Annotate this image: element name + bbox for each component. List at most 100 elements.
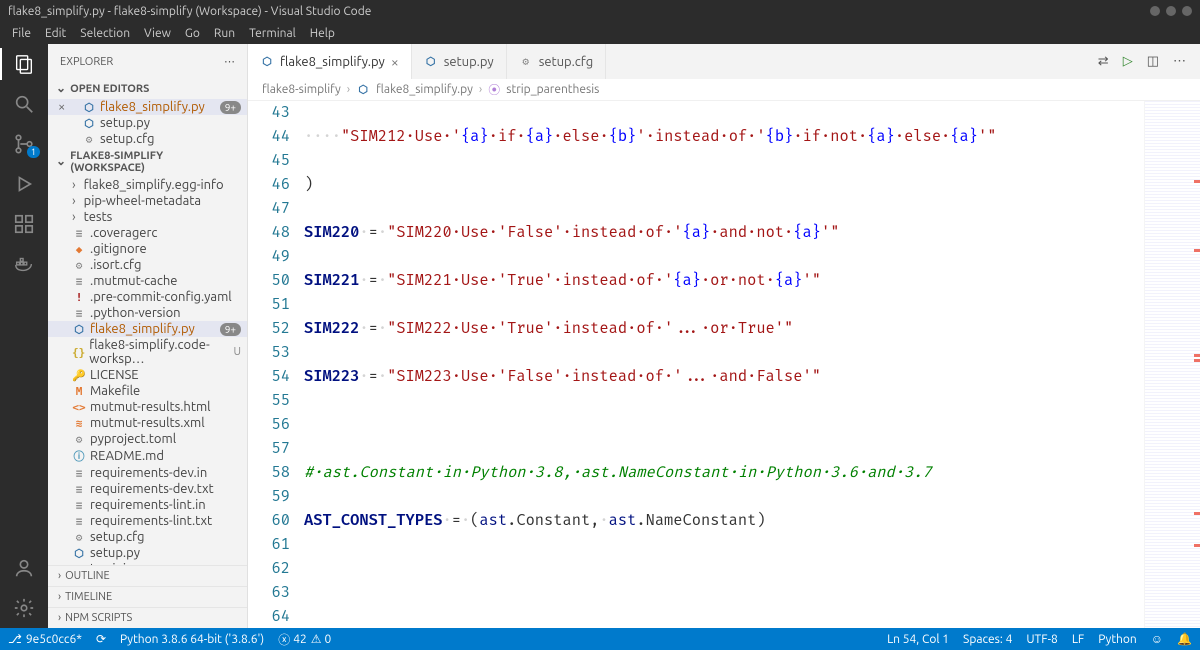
file-item[interactable]: ≡.coveragerc (48, 225, 247, 241)
file-item[interactable]: ⓘREADME.md (48, 447, 247, 465)
file-item[interactable]: ≡.mutmut-cache (48, 273, 247, 289)
file-item[interactable]: ⬡flake8_simplify.py9+ (48, 321, 247, 337)
menu-view[interactable]: View (138, 25, 177, 42)
workspace-section[interactable]: FLAKE8-SIMPLIFY (WORKSPACE) (48, 147, 247, 177)
line-number[interactable]: 51 (248, 293, 290, 317)
more-icon[interactable]: ⋯ (1173, 54, 1186, 69)
close-icon[interactable]: × (58, 100, 65, 114)
file-item[interactable]: ≡requirements-lint.txt (48, 513, 247, 529)
line-number[interactable]: 62 (248, 557, 290, 581)
file-item[interactable]: ≡requirements-lint.in (48, 497, 247, 513)
line-number[interactable]: 52 (248, 317, 290, 341)
folder-item[interactable]: flake8_simplify.egg-info (48, 177, 247, 193)
line-number[interactable]: 61 (248, 533, 290, 557)
menu-edit[interactable]: Edit (39, 25, 72, 42)
status-spaces[interactable]: Spaces: 4 (963, 632, 1012, 646)
status-language[interactable]: Python (1098, 632, 1137, 646)
account-icon[interactable] (12, 556, 36, 580)
open-editor-item[interactable]: ×⬡flake8_simplify.py9+ (48, 99, 247, 115)
settings-gear-icon[interactable] (12, 596, 36, 620)
explorer-icon[interactable] (12, 52, 36, 76)
line-number[interactable]: 48 (248, 221, 290, 245)
window-controls[interactable] (1150, 6, 1192, 16)
status-bell-icon[interactable]: 🔔 (1177, 632, 1192, 646)
line-number[interactable]: 60 (248, 509, 290, 533)
line-number[interactable]: 54 (248, 365, 290, 389)
status-problems[interactable]: ⓧ 42 ⚠ 0 (278, 631, 331, 648)
breadcrumb-item[interactable]: flake8_simplify.py (376, 83, 473, 96)
minimap[interactable] (1144, 101, 1200, 628)
section-npm-scripts[interactable]: NPM SCRIPTS (48, 607, 247, 628)
status-encoding[interactable]: UTF-8 (1026, 632, 1057, 646)
explorer-more-icon[interactable]: ⋯ (224, 55, 235, 68)
extensions-icon[interactable] (12, 212, 36, 236)
folder-item[interactable]: tests (48, 209, 247, 225)
file-icon: ≡ (72, 467, 86, 480)
file-item[interactable]: {}flake8-simplify.code-worksp…U (48, 337, 247, 367)
open-editor-item[interactable]: ⬡setup.py (48, 115, 247, 131)
file-item[interactable]: !.pre-commit-config.yaml (48, 289, 247, 305)
line-number[interactable]: 46 (248, 173, 290, 197)
line-number[interactable]: 59 (248, 485, 290, 509)
file-item[interactable]: ≋mutmut-results.xml (48, 415, 247, 431)
line-gutter[interactable]: 4344454647484950515253545556575859606162… (248, 101, 304, 628)
status-eol[interactable]: LF (1072, 632, 1084, 646)
tab-close-icon[interactable]: × (391, 54, 399, 70)
breadcrumb-item[interactable]: flake8-simplify (262, 83, 341, 96)
breadcrumb-item[interactable]: strip_parenthesis (506, 83, 599, 96)
docker-icon[interactable] (12, 252, 36, 276)
menu-go[interactable]: Go (179, 25, 206, 42)
menu-help[interactable]: Help (304, 25, 341, 42)
line-number[interactable]: 57 (248, 437, 290, 461)
file-item[interactable]: <>mutmut-results.html (48, 399, 247, 415)
status-sync-icon[interactable]: ⟳ (96, 632, 106, 646)
split-editor-icon[interactable]: ◫ (1147, 54, 1159, 69)
tab[interactable]: ⚙setup.cfg (507, 44, 607, 79)
file-item[interactable]: ⚙setup.cfg (48, 529, 247, 545)
line-number[interactable]: 49 (248, 245, 290, 269)
line-number[interactable]: 45 (248, 149, 290, 173)
open-editor-item[interactable]: ⚙setup.cfg (48, 131, 247, 147)
line-number[interactable]: 44 (248, 125, 290, 149)
line-number[interactable]: 56 (248, 413, 290, 437)
menu-selection[interactable]: Selection (74, 25, 136, 42)
folder-item[interactable]: pip-wheel-metadata (48, 193, 247, 209)
file-item[interactable]: ◆.gitignore (48, 241, 247, 257)
code-content[interactable]: ····"SIM212·Use·'{a}·if·{a}·else·{b}'·in… (304, 101, 1144, 628)
status-feedback-icon[interactable]: ☺ (1151, 632, 1163, 646)
line-number[interactable]: 55 (248, 389, 290, 413)
file-item[interactable]: ≡tox.ini (48, 561, 247, 565)
menu-file[interactable]: File (6, 25, 37, 42)
menu-run[interactable]: Run (208, 25, 241, 42)
breadcrumb[interactable]: flake8-simplify› ⬡flake8_simplify.py› ⦿s… (248, 79, 1200, 101)
source-control-icon[interactable]: 1 (12, 132, 36, 156)
file-item[interactable]: ≡requirements-dev.in (48, 465, 247, 481)
status-branch[interactable]: ⎇ 9e5c0cc6* (8, 632, 82, 646)
compare-changes-icon[interactable]: ⇄ (1098, 54, 1109, 69)
section-outline[interactable]: OUTLINE (48, 565, 247, 586)
file-item[interactable]: MMakefile (48, 383, 247, 399)
line-number[interactable]: 47 (248, 197, 290, 221)
line-number[interactable]: 53 (248, 341, 290, 365)
line-number[interactable]: 50 (248, 269, 290, 293)
run-icon[interactable]: ▷ (1123, 54, 1133, 69)
tab[interactable]: ⬡flake8_simplify.py× (248, 44, 412, 79)
tab[interactable]: ⬡setup.py (412, 44, 507, 79)
file-item[interactable]: ⚙pyproject.toml (48, 431, 247, 447)
line-number[interactable]: 64 (248, 605, 290, 628)
run-debug-icon[interactable] (12, 172, 36, 196)
line-number[interactable]: 58 (248, 461, 290, 485)
menu-terminal[interactable]: Terminal (243, 25, 302, 42)
open-editors-section[interactable]: OPEN EDITORS (48, 79, 247, 99)
file-item[interactable]: ≡requirements-dev.txt (48, 481, 247, 497)
line-number[interactable]: 43 (248, 101, 290, 125)
search-icon[interactable] (12, 92, 36, 116)
status-cursor[interactable]: Ln 54, Col 1 (887, 632, 949, 646)
section-timeline[interactable]: TIMELINE (48, 586, 247, 607)
file-item[interactable]: 🔑LICENSE (48, 367, 247, 383)
file-item[interactable]: ≡.python-version (48, 305, 247, 321)
line-number[interactable]: 63 (248, 581, 290, 605)
file-item[interactable]: ⬡setup.py (48, 545, 247, 561)
status-python[interactable]: Python 3.8.6 64-bit ('3.8.6') (120, 633, 264, 646)
file-item[interactable]: ⚙.isort.cfg (48, 257, 247, 273)
